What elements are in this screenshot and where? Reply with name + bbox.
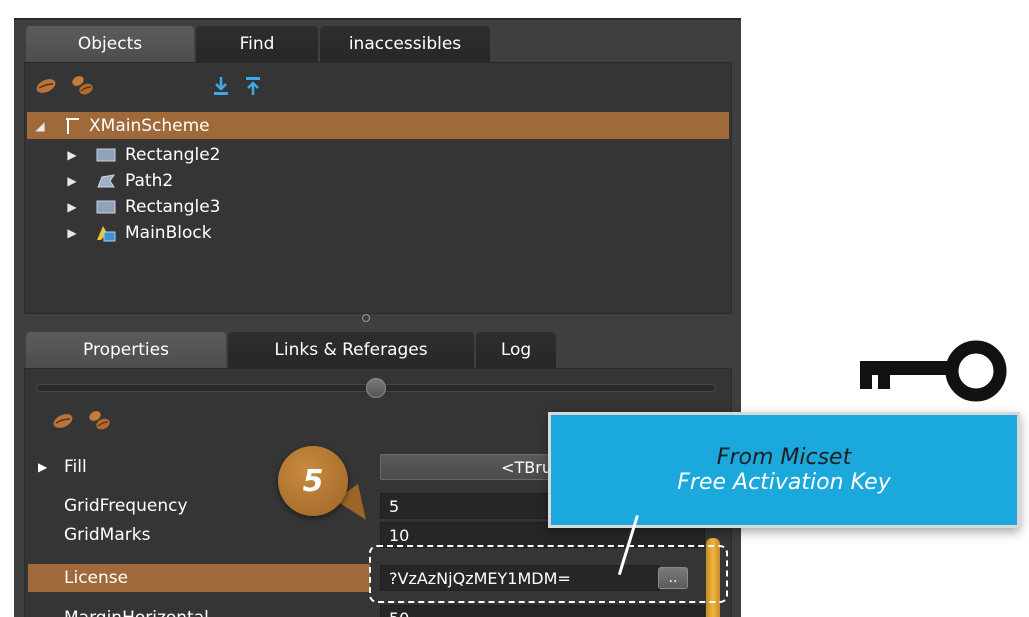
scheme-icon [61,116,83,136]
property-name: License [28,564,370,592]
tab-links-referages[interactable]: Links & Referages [228,332,474,368]
tab-log[interactable]: Log [476,332,556,368]
tab-properties-label: Properties [83,340,169,360]
marginhorizontal-input[interactable]: 50 [380,605,705,617]
expand-arrow-icon[interactable]: ▶ [65,148,79,162]
property-value-text: 10 [389,525,410,545]
path-icon [93,171,119,191]
expand-arrow-icon[interactable]: ▶ [65,174,79,188]
tab-objects[interactable]: Objects [26,26,194,62]
arrow-up-to-line-icon[interactable] [241,73,265,99]
arrow-down-to-line-icon[interactable] [209,73,233,99]
rectangle-icon [93,197,119,217]
tab-inaccessibles[interactable]: inaccessibles [320,26,490,62]
zoom-slider-thumb[interactable] [366,378,386,398]
tree-item-label: Rectangle3 [125,196,221,217]
tab-find[interactable]: Find [196,26,318,62]
tree-item-rectangle2[interactable]: ▶ Rectangle2 [65,141,741,168]
coffee-beans-icon[interactable] [67,71,97,99]
objects-panel: ◢ XMainScheme ▶ Rectangle2 ▶ Path2 ▶ Rec… [24,62,732,314]
tree-item-label: MainBlock [125,222,212,243]
license-highlight-box [369,545,728,603]
property-name: MarginHorizontal [28,604,370,617]
property-row-marginhorizontal[interactable]: MarginHorizontal 50 [28,604,728,617]
property-label: License [64,568,129,588]
property-value-text: 50 [389,609,409,617]
tab-log-label: Log [500,340,532,360]
callout-line-1: From Micset [716,445,852,470]
step-number: 5 [302,463,324,499]
tab-properties[interactable]: Properties [26,332,226,368]
callout-line-2: Free Activation Key [677,470,891,495]
coffee-beans-icon[interactable] [84,406,114,434]
step-badge: 5 [278,446,348,516]
expand-arrow-icon[interactable]: ▶ [65,200,79,214]
rectangle-icon [93,145,119,165]
expand-arrow-icon[interactable]: ▶ [38,460,47,474]
tree-item-rectangle3[interactable]: ▶ Rectangle3 [65,193,741,220]
coffee-bean-icon[interactable] [33,73,59,99]
tree-item-label: Rectangle2 [125,144,221,165]
coffee-bean-icon[interactable] [50,408,76,434]
activation-key-callout: From Micset Free Activation Key [548,412,1020,528]
tree-item-label: XMainScheme [89,115,210,136]
tab-objects-label: Objects [77,34,143,54]
tree-item-label: Path2 [125,170,174,191]
block-icon [93,223,119,243]
property-value-text: 5 [389,496,400,516]
property-label: MarginHorizontal [64,608,209,617]
property-name: GridMarks [28,521,370,549]
tree-item-root[interactable]: ◢ XMainScheme [27,112,729,139]
splitter-handle[interactable] [362,314,370,322]
tree-item-path2[interactable]: ▶ Path2 [65,167,741,194]
property-label: GridMarks [64,525,151,545]
expand-arrow-icon[interactable]: ▶ [65,226,79,240]
property-label: GridFrequency [64,496,188,516]
key-icon [856,335,1008,407]
tree-item-mainblock[interactable]: ▶ MainBlock [65,219,741,246]
tab-links-label: Links & Referages [274,340,428,360]
tab-inaccessibles-label: inaccessibles [348,34,462,54]
property-label: Fill [64,457,87,477]
top-border [14,18,741,20]
tab-find-label: Find [239,34,275,54]
collapse-arrow-icon[interactable]: ◢ [33,119,47,133]
